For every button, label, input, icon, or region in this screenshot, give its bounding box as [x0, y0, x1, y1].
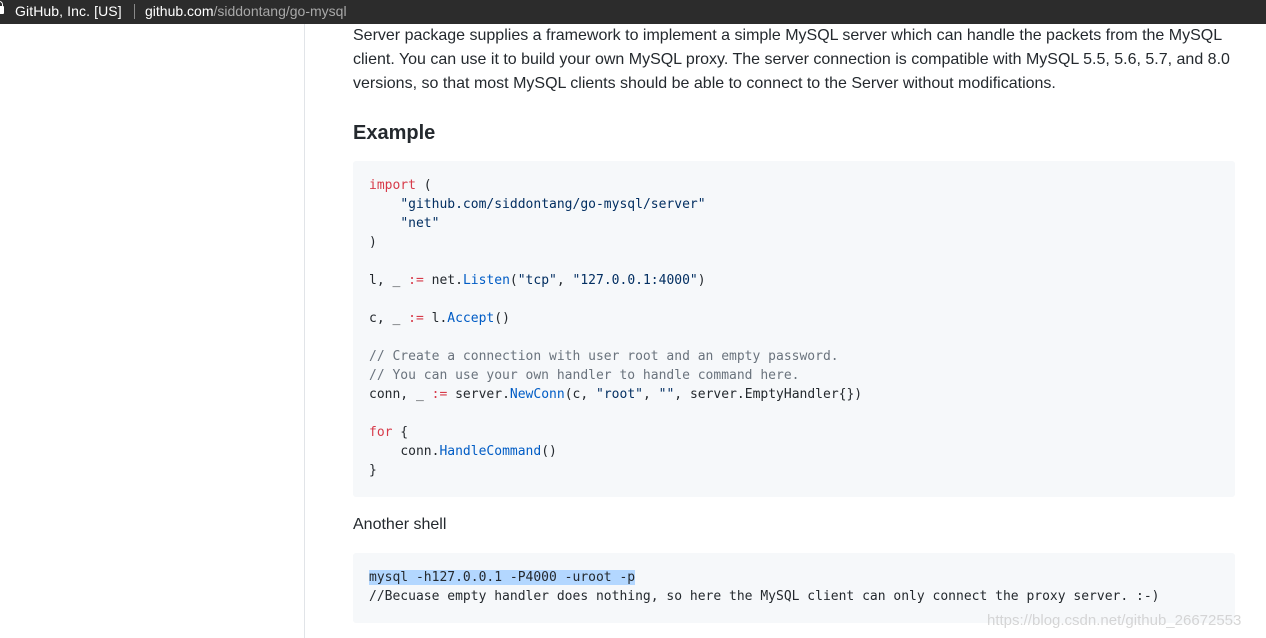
code-text: net. [423, 273, 463, 288]
code-text: conn. [400, 444, 440, 459]
selected-command[interactable]: mysql -h127.0.0.1 -P4000 -uroot -p [369, 570, 636, 585]
intro-paragraph: Server package supplies a framework to i… [353, 27, 1230, 92]
code-comment: // You can use your own handler to handl… [369, 368, 800, 383]
code-function: NewConn [509, 387, 565, 402]
watermark: https://blog.csdn.net/github_26672553 [987, 612, 1242, 629]
code-text: ( [509, 273, 518, 288]
code-string: "127.0.0.1:4000" [572, 273, 698, 288]
code-function: Listen [462, 273, 510, 288]
code-text: { [392, 425, 409, 440]
code-text: server. [447, 387, 510, 402]
example-heading: Example [353, 122, 436, 144]
lock-icon [0, 1, 4, 14]
url-host: github.com [145, 3, 214, 19]
code-text: () [541, 444, 557, 459]
certificate-label[interactable]: GitHub, Inc. [US] [15, 3, 122, 19]
code-comment: //Becuase empty handler does nothing, so… [369, 589, 1160, 604]
code-string: "" [658, 387, 675, 402]
url-path: /siddontang/go-mysql [213, 3, 347, 19]
code-operator: := [408, 273, 424, 288]
code-text: l. [423, 311, 448, 326]
code-listing: mysql -h127.0.0.1 -P4000 -uroot -p //Bec… [369, 568, 1160, 606]
code-function: HandleCommand [439, 444, 542, 459]
code-text: c, _ [369, 311, 409, 326]
code-text: (c, [564, 387, 597, 402]
code-keyword: import [369, 178, 416, 193]
code-text: , [642, 387, 659, 402]
address-bar-separator [134, 4, 135, 19]
code-text: conn, _ [369, 387, 432, 402]
code-string: "root" [596, 387, 643, 402]
code-text: ) [369, 235, 377, 250]
code-text: l, _ [369, 273, 409, 288]
code-string: "tcp" [517, 273, 557, 288]
browser-address-bar[interactable]: GitHub, Inc. [US] github.com/siddontang/… [0, 0, 1266, 24]
another-shell-label: Another shell [353, 516, 447, 533]
code-string: "github.com/siddontang/go-mysql/server" [400, 197, 706, 212]
url-text[interactable]: github.com/siddontang/go-mysql [145, 3, 347, 19]
code-operator: := [408, 311, 424, 326]
code-text: ( [415, 178, 432, 193]
code-text: } [369, 463, 377, 478]
code-block-server-example[interactable]: import ( "github.com/siddontang/go-mysql… [353, 161, 1235, 497]
code-keyword: for [369, 425, 393, 440]
code-text: () [494, 311, 510, 326]
code-string: "net" [400, 216, 440, 231]
code-text: , [556, 273, 573, 288]
code-operator: := [431, 387, 448, 402]
code-function: Accept [447, 311, 495, 326]
code-listing: import ( "github.com/siddontang/go-mysql… [369, 176, 862, 480]
code-text: ) [697, 273, 706, 288]
code-comment: // Create a connection with user root an… [369, 349, 839, 364]
code-text: , server.EmptyHandler{}) [674, 387, 863, 402]
sidebar-divider [304, 24, 305, 638]
